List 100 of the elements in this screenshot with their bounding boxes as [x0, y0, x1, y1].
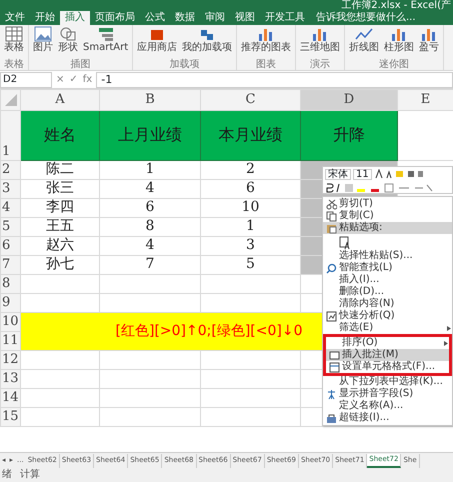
table-cell: 张三 — [20, 179, 100, 198]
header-cell: 升降 — [300, 110, 398, 160]
copy-icon — [326, 210, 336, 222]
menu-item[interactable]: 定义名称(A)... — [323, 400, 452, 412]
column-header[interactable]: A — [20, 90, 100, 110]
row-number[interactable]: 9 — [0, 293, 20, 312]
ribbon-button[interactable]: 三维地图 — [298, 26, 342, 59]
menu-item[interactable]: 清除内容(N) — [323, 298, 452, 310]
formula-field[interactable]: -1 — [96, 72, 453, 88]
ribbon-tab[interactable]: 页面布局 — [90, 11, 140, 25]
group-label: 图表 — [256, 59, 276, 70]
menu-item[interactable]: 插入(I)... — [323, 274, 452, 286]
scissors-icon — [326, 198, 336, 210]
ribbon-tab[interactable]: 视图 — [230, 11, 260, 25]
name-box[interactable]: D2 — [0, 72, 52, 88]
shapes-icon — [59, 26, 77, 42]
ribbon-button[interactable]: 柱形图 — [382, 26, 416, 59]
ribbon-tab[interactable]: 公式 — [140, 11, 170, 25]
status-text: 绪 — [2, 468, 12, 482]
row-number[interactable]: 1 — [0, 110, 20, 160]
comment-icon — [328, 350, 340, 360]
table-cell: 8 — [100, 217, 200, 236]
line-chart-icon — [355, 26, 374, 42]
row-number[interactable]: 6 — [0, 236, 20, 255]
table-cell: 4 — [100, 236, 200, 255]
row-number[interactable]: 14 — [0, 388, 20, 407]
ribbon-tab[interactable]: 插入 — [60, 11, 90, 25]
row-number[interactable]: 13 — [0, 369, 20, 388]
table-cell: 李四 — [20, 198, 100, 217]
column-header[interactable]: C — [200, 90, 300, 110]
table-cell: 7 — [100, 255, 200, 274]
menu-item[interactable]: 删除(D)... — [323, 286, 452, 298]
ribbon-tab[interactable]: 开始 — [30, 11, 60, 25]
row-number[interactable]: 10 — [0, 312, 20, 331]
group-label: 演示 — [310, 59, 330, 70]
menu-item[interactable]: 显示拼音字段(S) — [323, 388, 452, 400]
format-tools-icon — [374, 169, 424, 179]
font-dropdown[interactable]: 宋体 — [325, 168, 351, 180]
row-number[interactable]: 7 — [0, 255, 20, 274]
row-number[interactable]: 15 — [0, 407, 20, 426]
ribbon-button[interactable]: 推荐的图表 — [239, 26, 294, 59]
row-number[interactable]: 4 — [0, 198, 20, 217]
table-cell: 4 — [100, 179, 200, 198]
menu-item[interactable]: 智能查找(L) — [323, 262, 452, 274]
analysis-icon — [326, 310, 336, 322]
row-number[interactable]: 5 — [0, 217, 20, 236]
ribbon-tab[interactable]: 数据 — [170, 11, 200, 25]
row-number[interactable]: 12 — [0, 350, 20, 369]
menu-item[interactable]: 超链接(I)... — [323, 412, 452, 424]
ribbon-tab[interactable]: 审阅 — [200, 11, 230, 25]
select-all-icon[interactable] — [4, 92, 18, 107]
tell-me-search[interactable]: 告诉我您想要做什么... — [310, 11, 416, 25]
group-label: 迷你图 — [379, 59, 410, 70]
column-header[interactable]: E — [398, 90, 453, 110]
row-number[interactable]: 8 — [0, 274, 20, 293]
menu-item[interactable]: 选择性粘贴(S)... — [323, 250, 452, 262]
table-cell: 孙七 — [20, 255, 100, 274]
group-label: 加载项 — [170, 59, 200, 70]
format-icon — [328, 362, 340, 372]
formula-bar-button[interactable]: fx — [82, 72, 92, 87]
row-number[interactable]: 11 — [0, 331, 20, 350]
header-cell: 上月业绩 — [100, 110, 200, 160]
formula-bar-button[interactable]: ✓ — [69, 72, 78, 87]
table-cell: 赵六 — [20, 236, 100, 255]
row-number[interactable]: 3 — [0, 179, 20, 198]
menu-item[interactable]: 粘贴选项: — [323, 222, 452, 234]
row-number[interactable]: 2 — [0, 160, 20, 179]
menu-item[interactable]: 剪切(T) — [323, 198, 452, 210]
ribbon-button[interactable]: 图片 — [31, 26, 55, 59]
clipboard-icon — [326, 222, 336, 234]
ribbon-button[interactable]: 应用商店 — [135, 26, 180, 59]
search-icon — [326, 262, 336, 274]
formula-bar-button[interactable]: × — [56, 72, 64, 87]
ribbon-tab[interactable]: 文件 — [0, 11, 30, 25]
font-size-dropdown[interactable]: 11 — [353, 168, 372, 180]
group-label: 插图 — [70, 59, 91, 70]
menu-item[interactable]: 从下拉列表中选择(K)... — [323, 376, 452, 388]
ribbon-button[interactable]: SmartArt — [81, 26, 130, 59]
header-cell: 本月业绩 — [200, 110, 300, 160]
paste-option-icon — [339, 234, 351, 250]
submenu-arrow-icon — [446, 324, 452, 332]
ribbon-button[interactable]: 我的加载项 — [180, 26, 234, 59]
ribbon-button[interactable]: 盈亏 — [417, 26, 442, 59]
menu-item[interactable]: 设置单元格格式(F)... — [326, 361, 449, 373]
table-cell: 1 — [200, 217, 300, 236]
table-cell: 3 — [200, 236, 300, 255]
header-cell: 姓名 — [20, 110, 100, 160]
menu-item[interactable]: 插入批注(M) — [326, 349, 449, 361]
status-text: 计算 — [20, 468, 40, 482]
column-header[interactable]: D — [300, 90, 398, 110]
column-header[interactable]: B — [100, 90, 200, 110]
table-cell: 10 — [200, 198, 300, 217]
ribbon-button[interactable]: 形状 — [56, 26, 80, 59]
ribbon-tab[interactable]: 开发工具 — [260, 11, 310, 25]
menu-item[interactable]: 复制(C) — [323, 210, 452, 222]
group-label: 表格 — [4, 59, 24, 70]
ribbon-button[interactable]: 折线图 — [347, 26, 382, 59]
table-cell: 6 — [100, 198, 200, 217]
ribbon-button[interactable]: 表格 — [2, 26, 26, 59]
table-cell: 1 — [100, 160, 200, 179]
